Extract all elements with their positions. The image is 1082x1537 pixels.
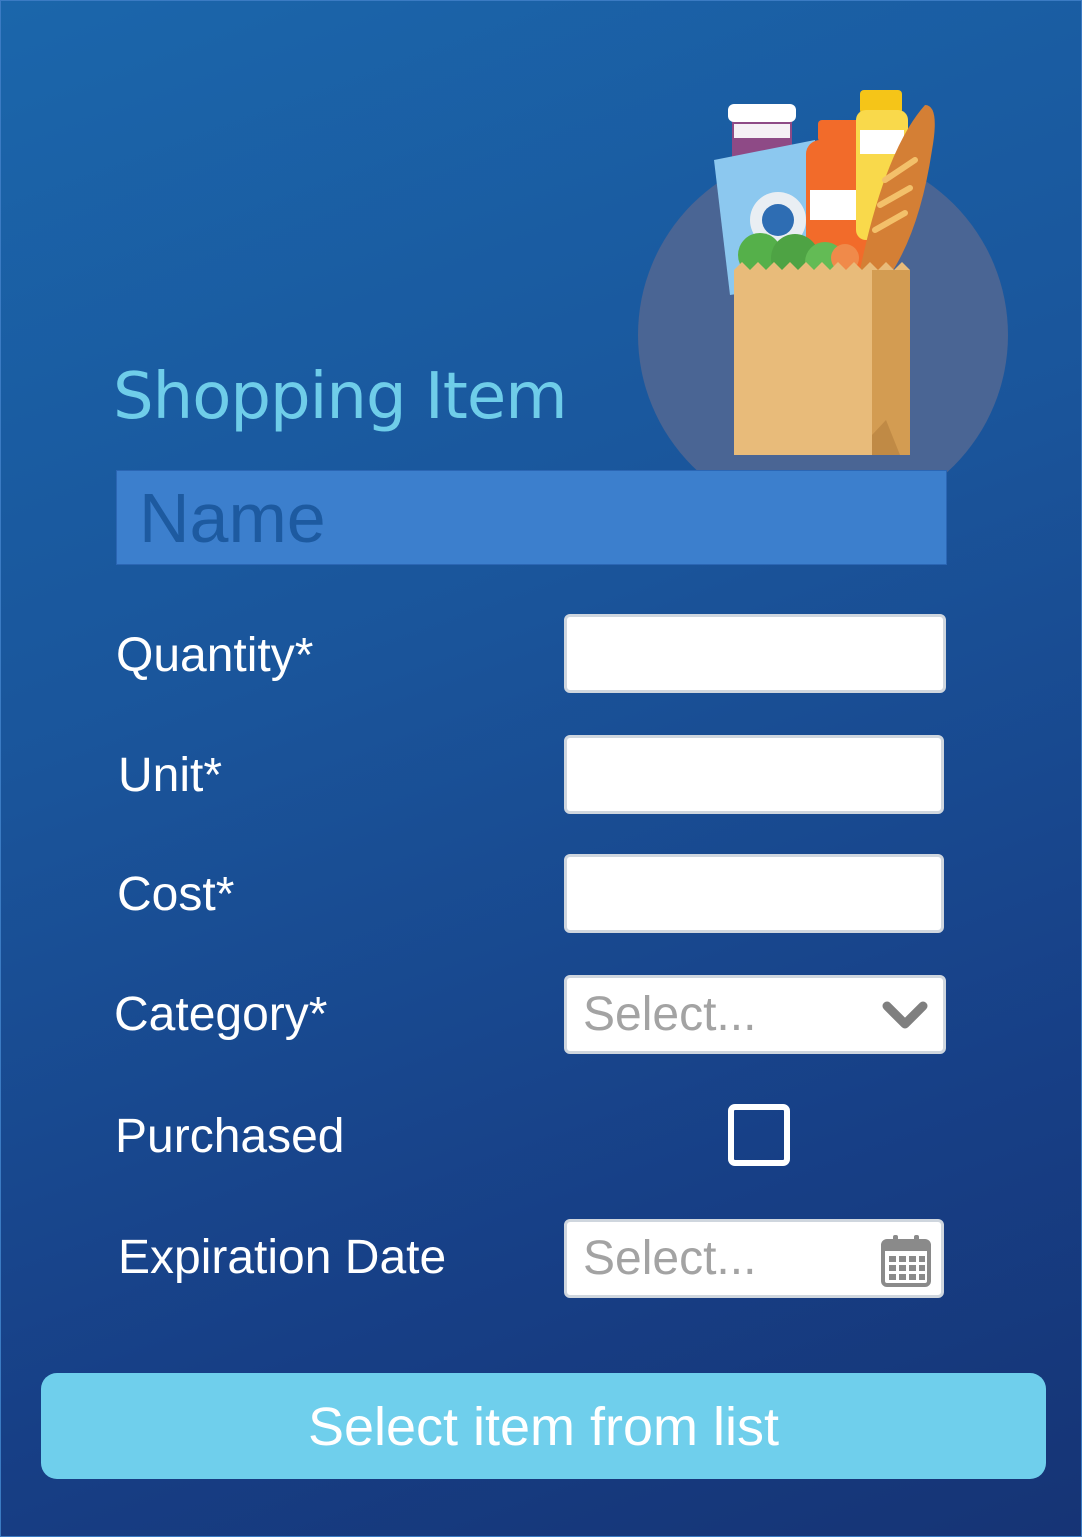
quantity-label: Quantity* — [116, 629, 314, 682]
category-select[interactable]: Select... — [564, 975, 946, 1054]
page-title: Shopping Item — [113, 360, 568, 434]
name-input[interactable] — [116, 470, 947, 565]
cost-input[interactable] — [564, 854, 944, 933]
expiration-date-value: Select... — [583, 1232, 757, 1285]
category-label: Category* — [114, 988, 328, 1041]
cost-label: Cost* — [117, 868, 235, 921]
chevron-down-icon — [882, 1001, 928, 1029]
purchased-checkbox[interactable] — [728, 1104, 790, 1166]
unit-input[interactable] — [564, 735, 944, 814]
calendar-icon[interactable] — [881, 1233, 931, 1287]
expiration-date-label: Expiration Date — [118, 1231, 447, 1284]
select-item-from-list-button[interactable]: Select item from list — [41, 1373, 1046, 1479]
expiration-date-picker[interactable]: Select... — [564, 1219, 944, 1298]
category-select-value: Select... — [583, 988, 757, 1041]
purchased-label: Purchased — [115, 1110, 345, 1163]
unit-label: Unit* — [118, 749, 223, 802]
quantity-input[interactable] — [564, 614, 946, 693]
grocery-bag-icon — [714, 90, 935, 455]
